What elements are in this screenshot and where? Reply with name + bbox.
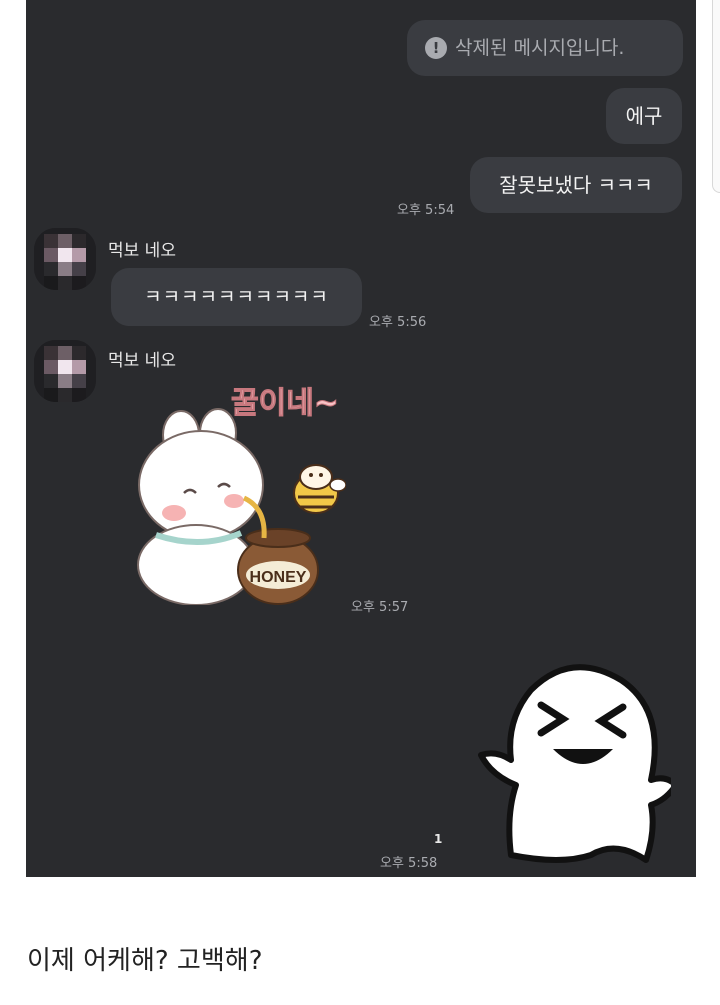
message-text: 잘못보냈다 ㅋㅋㅋ — [499, 173, 653, 197]
read-count: 1 — [434, 832, 443, 846]
deleted-message-bubble[interactable]: ! 삭제된 메시지입니다. — [407, 20, 683, 76]
sender-avatar[interactable] — [34, 228, 96, 290]
sender-name: 먹보 네오 — [108, 351, 176, 371]
warning-icon: ! — [425, 37, 447, 59]
message-time: 오후 5:54 — [397, 203, 455, 218]
message-text: ㅋㅋㅋㅋㅋㅋㅋㅋㅋㅋ — [144, 285, 329, 308]
sender-name: 먹보 네오 — [108, 241, 176, 261]
honey-label: HONEY — [250, 569, 307, 586]
received-message-bubble[interactable]: ㅋㅋㅋㅋㅋㅋㅋㅋㅋㅋ — [111, 268, 362, 326]
post-caption: 이제 어케해? 고백해? — [27, 946, 263, 976]
pixelated-avatar-icon — [34, 228, 96, 290]
sent-message-bubble[interactable]: 잘못보냈다 ㅋㅋㅋ — [470, 157, 682, 213]
bunny-honey-sticker[interactable]: HONEY — [126, 405, 346, 605]
sent-message-bubble[interactable]: 에구 — [606, 88, 682, 144]
message-time: 오후 5:57 — [351, 600, 409, 615]
scrollbar-edge[interactable] — [712, 0, 720, 193]
deleted-message-text: 삭제된 메시지입니다. — [455, 36, 625, 59]
pixelated-avatar-icon — [34, 340, 96, 402]
sender-avatar[interactable] — [34, 340, 96, 402]
message-time: 오후 5:56 — [369, 315, 427, 330]
ghost-laughing-sticker[interactable] — [471, 645, 671, 865]
chat-screenshot: ! 삭제된 메시지입니다. 에구 잘못보냈다 ㅋㅋㅋ 오후 5:54 먹보 네오… — [26, 0, 696, 877]
message-time: 오후 5:58 — [380, 856, 438, 871]
message-text: 에구 — [625, 104, 663, 128]
